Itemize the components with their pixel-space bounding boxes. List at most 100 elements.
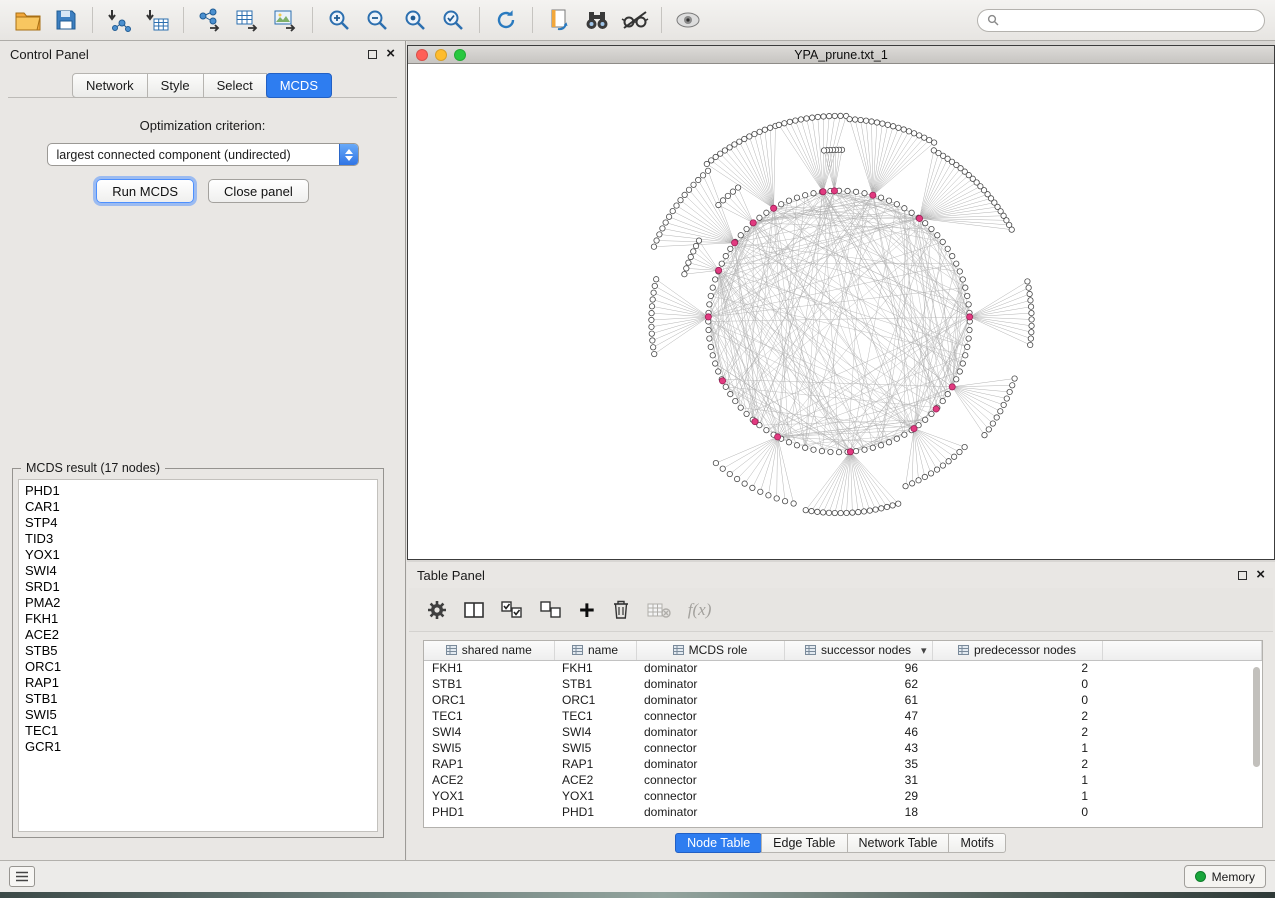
select-stepper-icon[interactable] — [339, 143, 358, 166]
optimization-criterion-select[interactable]: largest connected component (undirected) — [47, 143, 359, 166]
cell-name[interactable]: YOX1 — [554, 788, 636, 804]
cell-role[interactable]: connector — [636, 788, 784, 804]
tab-motifs[interactable]: Motifs — [948, 833, 1005, 853]
cell-predecessor-nodes[interactable]: 0 — [932, 804, 1102, 820]
cell-shared-name[interactable]: PHD1 — [424, 804, 554, 820]
cell-role[interactable]: connector — [636, 740, 784, 756]
node-table-row[interactable]: TEC1TEC1connector472 — [424, 708, 1262, 724]
import-table-button[interactable] — [139, 4, 175, 36]
table-settings-button[interactable] — [427, 595, 447, 625]
cell-name[interactable]: STB1 — [554, 676, 636, 692]
select-all-columns-button[interactable] — [501, 595, 523, 625]
unselect-all-columns-button[interactable] — [540, 595, 562, 625]
cell-shared-name[interactable]: TEC1 — [424, 708, 554, 724]
cell-shared-name[interactable]: YOX1 — [424, 788, 554, 804]
cell-successor-nodes[interactable]: 43 — [784, 740, 932, 756]
scrollbar-thumb[interactable] — [1253, 667, 1260, 767]
delete-column-button[interactable] — [612, 595, 630, 625]
tab-network-table[interactable]: Network Table — [847, 833, 950, 853]
show-hide-panel-button[interactable] — [670, 4, 706, 36]
network-canvas[interactable] — [408, 64, 1274, 559]
float-panel-icon[interactable] — [368, 50, 377, 59]
cell-shared-name[interactable]: RAP1 — [424, 756, 554, 772]
traffic-light-minimize[interactable] — [435, 49, 447, 61]
mcds-result-item[interactable]: PHD1 — [25, 483, 371, 499]
cell-predecessor-nodes[interactable]: 1 — [932, 788, 1102, 804]
traffic-light-maximize[interactable] — [454, 49, 466, 61]
network-titlebar[interactable]: YPA_prune.txt_1 — [408, 46, 1274, 64]
column-header-mcds-role[interactable]: MCDS role — [636, 641, 784, 660]
cell-predecessor-nodes[interactable]: 2 — [932, 660, 1102, 676]
column-header-successor-nodes[interactable]: successor nodes ▾ — [784, 641, 932, 660]
cell-role[interactable]: connector — [636, 772, 784, 788]
cell-shared-name[interactable]: ACE2 — [424, 772, 554, 788]
create-column-button[interactable]: + — [579, 595, 595, 625]
node-table-row[interactable]: ORC1ORC1dominator610 — [424, 692, 1262, 708]
zoom-in-button[interactable] — [321, 4, 357, 36]
cell-name[interactable]: ACE2 — [554, 772, 636, 788]
float-panel-icon[interactable] — [1238, 571, 1247, 580]
function-builder-button[interactable]: f(x) — [688, 595, 712, 625]
cell-successor-nodes[interactable]: 29 — [784, 788, 932, 804]
cell-shared-name[interactable]: STB1 — [424, 676, 554, 692]
cell-role[interactable]: dominator — [636, 724, 784, 740]
cell-role[interactable]: connector — [636, 708, 784, 724]
save-session-button[interactable] — [48, 4, 84, 36]
tab-style[interactable]: Style — [147, 73, 204, 98]
mcds-result-item[interactable]: FKH1 — [25, 611, 371, 627]
column-header-name[interactable]: name — [554, 641, 636, 660]
cell-name[interactable]: ORC1 — [554, 692, 636, 708]
cell-role[interactable]: dominator — [636, 804, 784, 820]
node-table-row[interactable]: SWI4SWI4dominator462 — [424, 724, 1262, 740]
cell-shared-name[interactable]: SWI5 — [424, 740, 554, 756]
mcds-result-item[interactable]: CAR1 — [25, 499, 371, 515]
cell-name[interactable]: FKH1 — [554, 660, 636, 676]
mcds-result-item[interactable]: PMA2 — [25, 595, 371, 611]
traffic-light-close[interactable] — [416, 49, 428, 61]
node-table-row[interactable]: PHD1PHD1dominator180 — [424, 804, 1262, 820]
cell-name[interactable]: RAP1 — [554, 756, 636, 772]
mcds-result-item[interactable]: STB1 — [25, 691, 371, 707]
delete-table-button[interactable] — [647, 595, 671, 625]
mcds-result-item[interactable]: TID3 — [25, 531, 371, 547]
mcds-result-item[interactable]: SWI5 — [25, 707, 371, 723]
mcds-result-item[interactable]: STB5 — [25, 643, 371, 659]
network-view[interactable] — [408, 64, 1274, 559]
cell-successor-nodes[interactable]: 47 — [784, 708, 932, 724]
cell-name[interactable]: SWI4 — [554, 724, 636, 740]
cell-shared-name[interactable]: SWI4 — [424, 724, 554, 740]
show-columns-button[interactable] — [464, 595, 484, 625]
cell-name[interactable]: PHD1 — [554, 804, 636, 820]
zoom-fit-button[interactable] — [397, 4, 433, 36]
mcds-result-item[interactable]: SRD1 — [25, 579, 371, 595]
cell-successor-nodes[interactable]: 62 — [784, 676, 932, 692]
zoom-selected-button[interactable] — [435, 4, 471, 36]
cell-name[interactable]: TEC1 — [554, 708, 636, 724]
mcds-result-item[interactable]: ACE2 — [25, 627, 371, 643]
tab-mcds[interactable]: MCDS — [266, 73, 332, 98]
cell-shared-name[interactable]: FKH1 — [424, 660, 554, 676]
network-snapshot-button[interactable] — [541, 4, 577, 36]
cell-role[interactable]: dominator — [636, 692, 784, 708]
mcds-result-item[interactable]: YOX1 — [25, 547, 371, 563]
mcds-result-item[interactable]: ORC1 — [25, 659, 371, 675]
node-table-row[interactable]: RAP1RAP1dominator352 — [424, 756, 1262, 772]
mcds-result-item[interactable]: GCR1 — [25, 739, 371, 755]
run-mcds-button[interactable]: Run MCDS — [96, 179, 194, 203]
cell-successor-nodes[interactable]: 61 — [784, 692, 932, 708]
refresh-button[interactable] — [488, 4, 524, 36]
cell-successor-nodes[interactable]: 96 — [784, 660, 932, 676]
table-scrollbar[interactable] — [1252, 663, 1261, 823]
search-input[interactable] — [1005, 13, 1255, 27]
node-table-row[interactable]: ACE2ACE2connector311 — [424, 772, 1262, 788]
cell-name[interactable]: SWI5 — [554, 740, 636, 756]
column-header-shared-name[interactable]: shared name — [424, 641, 554, 660]
open-session-button[interactable] — [10, 4, 46, 36]
cell-predecessor-nodes[interactable]: 2 — [932, 708, 1102, 724]
tab-network[interactable]: Network — [72, 73, 148, 98]
close-panel-button[interactable]: Close panel — [208, 179, 309, 203]
cell-successor-nodes[interactable]: 31 — [784, 772, 932, 788]
task-history-button[interactable] — [9, 866, 35, 887]
export-table-button[interactable] — [230, 4, 266, 36]
cell-successor-nodes[interactable]: 18 — [784, 804, 932, 820]
